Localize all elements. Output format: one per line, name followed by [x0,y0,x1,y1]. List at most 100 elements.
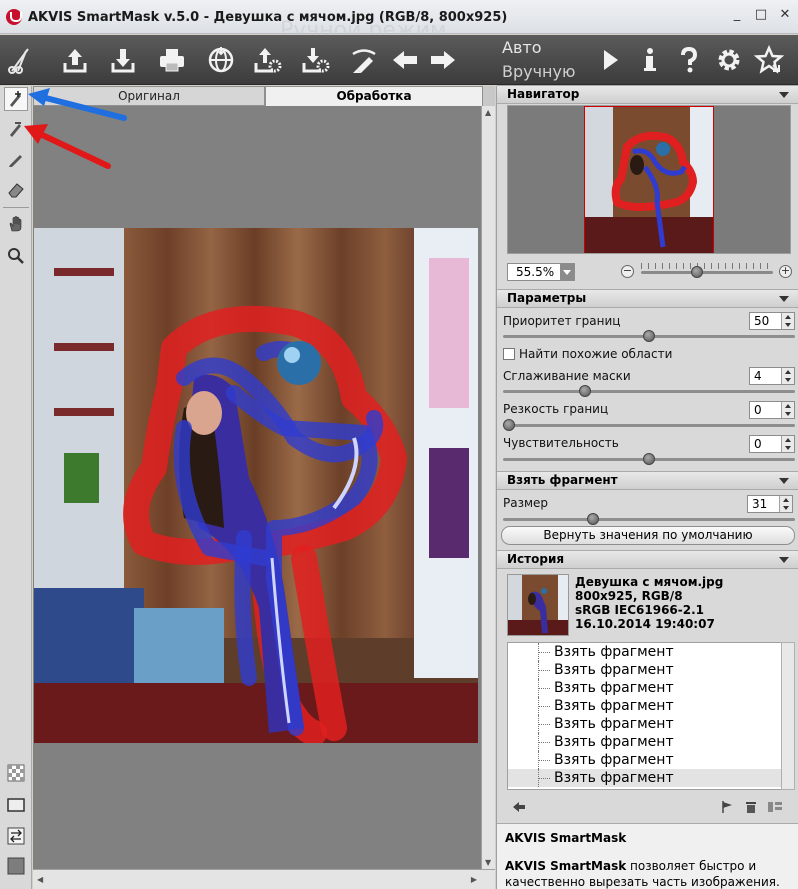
border-priority-handle[interactable] [643,330,655,342]
info-icon[interactable] [633,43,667,77]
collapse-triangle-icon[interactable] [779,478,789,484]
mask-smoothing-slider[interactable] [503,385,795,397]
trash-icon[interactable] [743,799,759,815]
border-priority-stepper[interactable]: 50 [749,312,795,330]
clear-history-icon[interactable] [767,799,783,815]
image-canvas[interactable] [34,228,478,743]
list-item[interactable]: Взять фрагмент [508,715,788,733]
fragment-header[interactable]: Взять фрагмент [497,471,798,490]
globe-icon[interactable] [204,43,238,77]
list-item-selected[interactable]: Взять фрагмент [508,769,788,787]
keep-brush-tool-icon[interactable] [4,87,28,111]
list-item[interactable]: Взять фрагмент [508,643,788,661]
tab-processing[interactable]: Обработка [265,86,483,106]
mask-smoothing-stepper[interactable]: 4 [749,367,795,385]
edge-sharpness-slider[interactable] [503,419,795,431]
scissors-icon[interactable] [4,43,38,77]
fragment-size-handle[interactable] [587,513,599,525]
import-settings-icon[interactable] [299,43,333,77]
stepper-arrows-icon[interactable] [779,496,792,512]
stepper-arrows-icon[interactable] [781,402,794,418]
history-file-dims: 800x925, RGB/8 [575,589,683,603]
zoom-dropdown[interactable]: 55.5% [507,263,575,281]
stepper-arrows-icon[interactable] [781,436,794,452]
navigator-header[interactable]: Навигатор [497,85,798,104]
collapse-triangle-icon[interactable] [779,296,789,302]
stepper-arrows-icon[interactable] [781,313,794,329]
reset-defaults-button[interactable]: Вернуть значения по умолчанию [501,526,795,545]
zoom-in-button[interactable]: + [779,265,792,278]
brush-erase-icon[interactable] [347,43,381,77]
list-item[interactable]: Взять фрагмент [508,679,788,697]
app-window: Ручной режим AKVIS SmartMask v.5.0 - Дев… [0,0,798,889]
navigator-thumbnail[interactable] [584,106,714,253]
history-scrollbar[interactable] [781,642,795,790]
solid-background-icon[interactable] [4,854,28,878]
close-button[interactable]: ✕ [778,8,792,22]
collapse-triangle-icon[interactable] [779,92,789,98]
edge-sharpness-stepper[interactable]: 0 [749,401,795,419]
tab-original[interactable]: Оригинал [33,86,265,106]
list-item[interactable]: Взять фрагмент [508,661,788,679]
swap-view-icon[interactable] [4,824,28,848]
favorites-icon[interactable] [752,43,786,77]
sensitivity-handle[interactable] [643,453,655,465]
list-item[interactable]: Взять фрагмент [508,733,788,751]
sensitivity-slider[interactable] [503,453,795,465]
find-similar-checkbox[interactable] [503,348,515,360]
history-file-name: Девушка с мячом.jpg [575,575,724,589]
history-thumbnail[interactable] [507,574,569,636]
history-back-arrow-icon[interactable] [511,799,527,815]
run-icon[interactable] [593,43,627,77]
export-settings-icon[interactable] [251,43,285,77]
edge-sharpness-label: Резкость границ [503,402,609,416]
maximize-button[interactable]: □ [754,8,768,22]
zoom-slider[interactable] [641,266,773,278]
list-item[interactable]: Взять фрагмент [508,697,788,715]
forward-arrow-icon[interactable] [426,43,460,77]
open-icon[interactable] [58,43,92,77]
canvas-area: Оригинал Обработка ▲ ▼ ◀ ▶ [33,86,495,889]
back-arrow-icon[interactable] [388,43,422,77]
help-icon[interactable] [672,43,706,77]
minimize-button[interactable]: _ [730,8,744,22]
fragment-size-slider[interactable] [503,513,795,525]
help-title: AKVIS SmartMask [505,831,627,845]
settings-icon[interactable] [712,43,746,77]
title-bar: Ручной режим AKVIS SmartMask v.5.0 - Дев… [0,0,798,43]
history-list[interactable]: Взять фрагмент Взять фрагмент Взять фраг… [507,642,789,790]
pencil-tool-icon[interactable] [4,147,28,171]
mode-manual-label[interactable]: Вручную [502,62,575,81]
canvas-horizontal-scrollbar[interactable]: ◀ ▶ [33,869,495,889]
edge-sharpness-handle[interactable] [503,419,515,431]
params-header[interactable]: Параметры [497,289,798,308]
fragment-size-stepper[interactable]: 31 [747,495,793,513]
save-icon[interactable] [106,43,140,77]
white-background-icon[interactable] [4,793,28,817]
mode-auto-label[interactable]: Авто [502,38,541,57]
stepper-arrows-icon[interactable] [781,368,794,384]
zoom-out-button[interactable]: − [621,265,634,278]
view-tabs: Оригинал Обработка [33,86,495,106]
history-header[interactable]: История [497,550,798,569]
history-file-info: Девушка с мячом.jpg 800x925, RGB/8 sRGB … [575,575,723,631]
history-title: История [507,552,565,566]
help-brand: AKVIS SmartMask [505,859,627,873]
zoom-slider-handle[interactable] [691,266,703,278]
collapse-triangle-icon[interactable] [779,557,789,563]
sensitivity-stepper[interactable]: 0 [749,435,795,453]
print-icon[interactable] [155,43,189,77]
eraser-tool-icon[interactable] [4,177,28,201]
mask-smoothing-handle[interactable] [579,385,591,397]
flag-icon[interactable] [719,799,735,815]
canvas-vertical-scrollbar[interactable]: ▲ ▼ [481,106,495,869]
list-item[interactable]: Взять фрагмент [508,751,788,769]
drop-brush-tool-icon[interactable] [4,117,28,141]
zoom-tool-icon[interactable] [4,244,28,268]
border-priority-slider[interactable] [503,330,795,342]
checkerboard-background-icon[interactable] [4,761,28,785]
chevron-down-icon[interactable] [560,264,574,280]
fragment-title: Взять фрагмент [507,473,618,487]
navigator-preview[interactable] [507,105,791,254]
hand-tool-icon[interactable] [4,212,28,236]
